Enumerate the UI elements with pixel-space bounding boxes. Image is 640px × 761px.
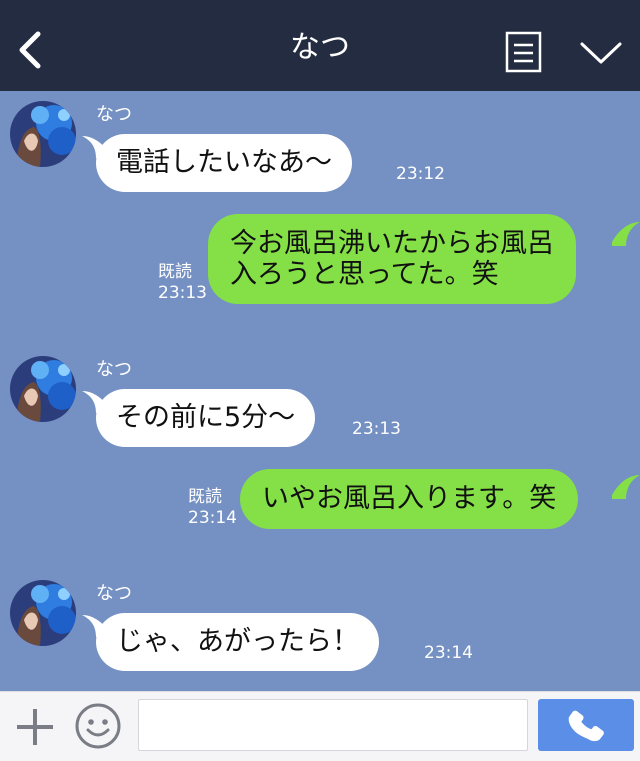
avatar[interactable] <box>10 356 76 422</box>
message-time: 23:14 <box>424 643 473 663</box>
message-row: なつ 電話したいなあ〜 23:12 <box>0 100 640 210</box>
read-label: 既読 <box>188 487 222 507</box>
message-time: 23:14 <box>188 508 237 528</box>
message-bubble[interactable]: 今お風呂沸いたからお風呂 入ろうと思ってた。笑 <box>208 214 576 304</box>
message-line: 入ろうと思ってた。笑 <box>230 259 499 290</box>
read-status: 既読 23:13 <box>158 262 207 304</box>
back-arrow-icon <box>19 31 41 69</box>
emoji-button[interactable] <box>74 702 122 750</box>
bubble-tail <box>612 222 640 246</box>
chat-header: なつ <box>0 0 640 91</box>
message-time: 23:13 <box>158 283 207 303</box>
input-bar <box>0 691 640 761</box>
message-row: なつ じゃ、あがったら！ 23:14 <box>0 579 640 689</box>
sender-name: なつ <box>96 583 132 604</box>
message-row: 既読 23:14 いやお風呂入ります。笑 <box>0 465 640 535</box>
bubble-tail <box>612 475 640 499</box>
message-bubble[interactable]: じゃ、あがったら！ <box>96 613 379 671</box>
avatar[interactable] <box>10 101 76 167</box>
phone-icon <box>568 710 604 742</box>
sender-name: なつ <box>96 104 132 125</box>
expand-button[interactable] <box>578 36 624 70</box>
message-row: 既読 23:13 今お風呂沸いたからお風呂 入ろうと思ってた。笑 <box>0 210 640 315</box>
emoji-icon <box>75 703 121 749</box>
message-bubble[interactable]: その前に5分〜 <box>96 389 316 447</box>
menu-button[interactable] <box>504 30 544 74</box>
message-line: 今お風呂沸いたからお風呂 <box>230 228 554 259</box>
read-label: 既読 <box>158 262 192 282</box>
avatar[interactable] <box>10 580 76 646</box>
message-row: なつ その前に5分〜 23:13 <box>0 355 640 465</box>
plus-icon <box>17 709 53 745</box>
chevron-down-icon <box>580 42 622 64</box>
sender-name: なつ <box>96 359 132 380</box>
chat-title: なつ <box>290 30 350 65</box>
message-time: 23:12 <box>396 164 445 184</box>
message-time: 23:13 <box>352 419 401 439</box>
message-bubble[interactable]: いやお風呂入ります。笑 <box>240 469 579 529</box>
message-bubble[interactable]: 電話したいなあ〜 <box>96 134 352 192</box>
menu-list-icon <box>505 31 542 73</box>
message-input[interactable] <box>138 699 528 751</box>
read-status: 既読 23:14 <box>188 487 237 529</box>
back-button[interactable] <box>12 28 48 72</box>
call-button[interactable] <box>538 699 634 751</box>
add-button[interactable] <box>14 706 56 748</box>
